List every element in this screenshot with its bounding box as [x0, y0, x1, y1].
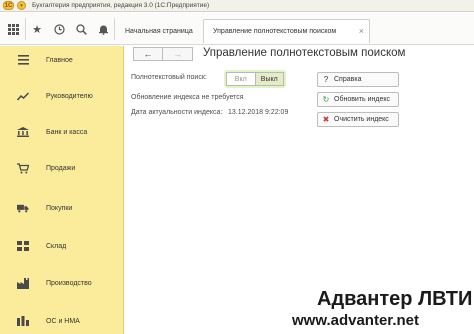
- clock-icon[interactable]: [50, 20, 68, 38]
- menu-lines-icon: [17, 54, 29, 66]
- sidebar-item-production[interactable]: Производство: [0, 271, 124, 295]
- sidebar-item-label: Банк и касса: [46, 128, 88, 136]
- search-icon[interactable]: [72, 20, 90, 38]
- main-menu-icon[interactable]: ▾: [17, 1, 26, 10]
- update-index-button-label: Обновить индекс: [334, 96, 391, 103]
- truck-icon: [17, 202, 29, 214]
- clear-index-button[interactable]: ✖ Очистить индекс: [317, 112, 399, 127]
- app-logo-icon[interactable]: 1С: [3, 1, 14, 10]
- index-date-label: Дата актуальности индекса:: [131, 109, 223, 116]
- page-title: Управление полнотекстовым поиском: [203, 47, 406, 59]
- sidebar: Главное Руководителю Банк и касса Продаж…: [0, 46, 124, 334]
- help-button[interactable]: ? Справка: [317, 72, 399, 87]
- help-button-label: Справка: [334, 76, 362, 83]
- sidebar-item-label: Главное: [46, 56, 73, 64]
- star-icon[interactable]: ★: [28, 20, 46, 38]
- grid-icon[interactable]: [4, 20, 22, 38]
- sidebar-item-label: Склад: [46, 242, 67, 250]
- bank-icon: [17, 126, 29, 138]
- top-toolbar: ★ Начальная страница Управление полнотек…: [0, 13, 474, 45]
- fulltext-search-label: Полнотекстовый поиск:: [131, 74, 207, 81]
- sidebar-item-label: Производство: [46, 279, 92, 287]
- clear-index-button-label: Очистить индекс: [334, 116, 389, 123]
- search-toggle-highlight: Вкл Выкл: [224, 70, 286, 88]
- warehouse-icon: [17, 240, 29, 252]
- notifications-icon[interactable]: [94, 20, 112, 38]
- tab-fulltext-search-label: Управление полнотекстовым поиском: [213, 28, 337, 35]
- refresh-icon: ↻: [322, 95, 330, 104]
- search-toggle: Вкл Выкл: [226, 72, 284, 86]
- sidebar-item-warehouse[interactable]: Склад: [0, 234, 124, 258]
- toggle-on-option[interactable]: Вкл: [227, 73, 255, 85]
- sidebar-item-label: Покупки: [46, 204, 73, 212]
- sidebar-item-sales[interactable]: Продажи: [0, 156, 124, 180]
- tab-home-label: Начальная страница: [125, 27, 193, 35]
- window-title: Бухгалтерия предприятия, редакция 3.0 (1…: [32, 2, 210, 9]
- sidebar-item-label: Продажи: [46, 164, 76, 172]
- cart-icon: [17, 162, 29, 174]
- forward-button[interactable]: →: [163, 47, 193, 61]
- question-icon: ?: [323, 75, 329, 84]
- watermark-url: www.advanter.net: [292, 312, 419, 329]
- factory-icon: [17, 277, 29, 289]
- sidebar-item-main[interactable]: Главное: [0, 48, 124, 72]
- index-date-value: 13.12.2018 9:22:09: [228, 109, 289, 116]
- sidebar-item-purchases[interactable]: Покупки: [0, 196, 124, 220]
- nav-arrows: ← →: [133, 47, 193, 61]
- window-title-bar: 1С ▾ Бухгалтерия предприятия, редакция 3…: [0, 0, 474, 12]
- toggle-off-option[interactable]: Выкл: [254, 73, 283, 85]
- tab-fulltext-search[interactable]: Управление полнотекстовым поиском ×: [203, 19, 370, 43]
- assets-icon: [17, 315, 29, 327]
- clear-icon: ✖: [322, 115, 330, 124]
- close-tab-icon[interactable]: ×: [359, 26, 364, 36]
- sidebar-item-label: Руководителю: [46, 92, 93, 100]
- sidebar-item-assets[interactable]: ОС и НМА: [0, 309, 124, 333]
- sidebar-item-manager[interactable]: Руководителю: [0, 84, 124, 108]
- tab-home[interactable]: Начальная страница: [116, 19, 202, 43]
- sidebar-item-label: ОС и НМА: [46, 317, 80, 325]
- back-button[interactable]: ←: [133, 47, 163, 61]
- watermark-title: Адвантер ЛВТИ: [317, 288, 473, 310]
- sidebar-item-bank[interactable]: Банк и касса: [0, 120, 124, 144]
- update-index-button[interactable]: ↻ Обновить индекс: [317, 92, 399, 107]
- trend-line-icon: [17, 90, 29, 102]
- index-status-text: Обновление индекса не требуется: [131, 94, 244, 101]
